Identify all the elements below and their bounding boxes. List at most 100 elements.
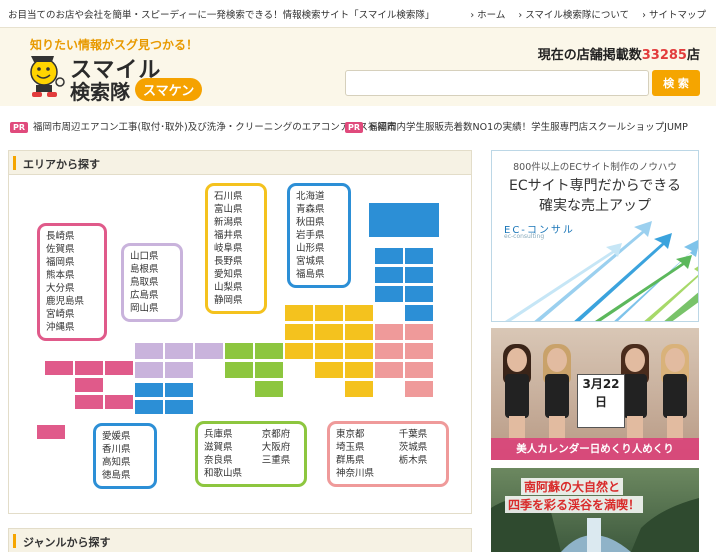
prefecture-link[interactable]: 熊本県 — [46, 269, 98, 282]
map-block-kanto[interactable] — [375, 324, 403, 340]
map-block-kinki[interactable] — [225, 343, 253, 359]
map-block-kyushu[interactable] — [75, 378, 103, 392]
prefecture-link[interactable]: 沖縄県 — [46, 321, 98, 334]
prefecture-link[interactable]: 島根県 — [130, 263, 174, 276]
prefecture-link[interactable]: 新潟県 — [214, 216, 258, 229]
ec-consulting-banner[interactable]: 800件以上のECサイト制作のノウハウ ECサイト専門だからできる 確実な売上ア… — [491, 150, 699, 322]
map-block-chubu[interactable] — [345, 381, 373, 397]
prefecture-link[interactable]: 京都府 — [262, 428, 298, 441]
calendar-banner[interactable]: 3月22日 美人カレンダー日めくり人めくり — [491, 328, 699, 460]
map-block-kinki[interactable] — [255, 381, 283, 397]
map-block-kanto[interactable] — [375, 343, 403, 359]
prefecture-link[interactable]: 和歌山県 — [204, 467, 250, 480]
map-block-kinki[interactable] — [255, 362, 283, 378]
map-block-kinki[interactable] — [225, 362, 253, 378]
prefecture-link[interactable]: 北海道 — [296, 190, 342, 203]
prefecture-link[interactable]: 岐阜県 — [214, 242, 258, 255]
map-block-kanto[interactable] — [405, 381, 433, 397]
map-block-shikoku[interactable] — [135, 400, 163, 414]
prefecture-link[interactable]: 長野県 — [214, 255, 258, 268]
prefecture-link[interactable]: 千葉県 — [399, 428, 440, 441]
prefecture-link[interactable]: 福岡県 — [46, 256, 98, 269]
map-block-tohoku[interactable] — [405, 305, 433, 321]
map-block-chubu[interactable] — [315, 324, 343, 340]
prefecture-link[interactable]: 埼玉県 — [336, 441, 387, 454]
map-block-kanto[interactable] — [405, 324, 433, 340]
nav-sitemap-link[interactable]: › サイトマップ — [642, 10, 706, 21]
map-block-kinki[interactable] — [255, 343, 283, 359]
prefecture-link[interactable]: 大阪府 — [262, 441, 298, 454]
map-block-chugoku[interactable] — [165, 362, 193, 378]
prefecture-link[interactable]: 山口県 — [130, 250, 174, 263]
map-block-shikoku[interactable] — [165, 383, 193, 397]
map-block-kanto[interactable] — [405, 343, 433, 359]
prefecture-link[interactable]: 愛媛県 — [102, 430, 148, 443]
site-logo[interactable]: 知りたい情報がスグ見つかる！ スマイル 検索隊 スマケン — [20, 34, 270, 104]
map-block-hokkaido[interactable] — [369, 203, 439, 237]
prefecture-link[interactable]: 香川県 — [102, 443, 148, 456]
map-block-chugoku[interactable] — [195, 343, 223, 359]
search-button[interactable]: 検 索 — [652, 70, 700, 96]
prefecture-link[interactable]: 三重県 — [262, 454, 298, 467]
prefecture-link[interactable]: 長崎県 — [46, 230, 98, 243]
map-block-chubu[interactable] — [345, 362, 373, 378]
pr-link[interactable]: PR 福岡市内学生服販売着数NO1の実績！学生服専門店スクールショップJUMP — [345, 119, 688, 133]
map-block-chubu[interactable] — [285, 305, 313, 321]
map-block-chubu[interactable] — [345, 324, 373, 340]
prefecture-link[interactable]: 栃木県 — [399, 454, 440, 467]
map-block-kanto[interactable] — [405, 362, 433, 378]
prefecture-link[interactable]: 大分県 — [46, 282, 98, 295]
map-block-kyushu[interactable] — [75, 395, 103, 409]
map-block-chubu[interactable] — [285, 324, 313, 340]
prefecture-link[interactable]: 富山県 — [214, 203, 258, 216]
prefecture-link[interactable]: 神奈川県 — [336, 467, 387, 480]
prefecture-link[interactable]: 愛知県 — [214, 268, 258, 281]
prefecture-link[interactable]: 宮崎県 — [46, 308, 98, 321]
nav-home-link[interactable]: › ホーム — [470, 10, 505, 21]
map-block-chubu[interactable] — [315, 343, 343, 359]
prefecture-link[interactable]: 茨城県 — [399, 441, 440, 454]
map-block-tohoku[interactable] — [375, 267, 403, 283]
map-block-kyushu[interactable] — [105, 361, 133, 375]
prefecture-link[interactable]: 奈良県 — [204, 454, 250, 467]
map-block-chubu[interactable] — [345, 305, 373, 321]
prefecture-link[interactable]: 鳥取県 — [130, 276, 174, 289]
map-block-kyushu[interactable] — [105, 395, 133, 409]
search-input[interactable] — [345, 70, 649, 96]
pr-link[interactable]: PR 福岡市周辺エアコン工事(取付･取外)及び洗浄・クリーニングのエアコンアシスト… — [10, 119, 396, 133]
minamiaso-banner[interactable]: 南阿蘇の大自然と 四季を彩る渓谷を満喫！ — [491, 468, 699, 552]
prefecture-link[interactable]: 岡山県 — [130, 302, 174, 315]
prefecture-link[interactable]: 青森県 — [296, 203, 342, 216]
prefecture-link[interactable]: 高知県 — [102, 456, 148, 469]
map-block-chugoku[interactable] — [165, 343, 193, 359]
prefecture-link[interactable]: 福島県 — [296, 268, 342, 281]
prefecture-link[interactable]: 東京都 — [336, 428, 387, 441]
map-block-shikoku[interactable] — [165, 400, 193, 414]
prefecture-link[interactable]: 石川県 — [214, 190, 258, 203]
prefecture-link[interactable]: 群馬県 — [336, 454, 387, 467]
map-block-tohoku[interactable] — [375, 248, 403, 264]
prefecture-link[interactable]: 山形県 — [296, 242, 342, 255]
prefecture-link[interactable]: 佐賀県 — [46, 243, 98, 256]
prefecture-link[interactable]: 鹿児島県 — [46, 295, 98, 308]
prefecture-link[interactable]: 秋田県 — [296, 216, 342, 229]
map-block-tohoku[interactable] — [405, 286, 433, 302]
prefecture-link[interactable]: 兵庫県 — [204, 428, 250, 441]
prefecture-link[interactable]: 岩手県 — [296, 229, 342, 242]
nav-about-link[interactable]: › スマイル検索隊について — [518, 10, 629, 21]
prefecture-link[interactable]: 宮城県 — [296, 255, 342, 268]
map-block-tohoku[interactable] — [375, 286, 403, 302]
map-block-chugoku[interactable] — [135, 343, 163, 359]
prefecture-link[interactable]: 山梨県 — [214, 281, 258, 294]
prefecture-link[interactable]: 徳島県 — [102, 469, 148, 482]
prefecture-link[interactable]: 広島県 — [130, 289, 174, 302]
map-block-kanto[interactable] — [375, 362, 403, 378]
map-block-tohoku[interactable] — [405, 267, 433, 283]
prefecture-link[interactable]: 静岡県 — [214, 294, 258, 307]
map-block-chubu[interactable] — [345, 343, 373, 359]
map-block-okinawa[interactable] — [37, 425, 65, 439]
map-block-chugoku[interactable] — [135, 362, 163, 378]
map-block-chubu[interactable] — [315, 305, 343, 321]
map-block-chubu[interactable] — [315, 362, 343, 378]
map-block-shikoku[interactable] — [135, 383, 163, 397]
